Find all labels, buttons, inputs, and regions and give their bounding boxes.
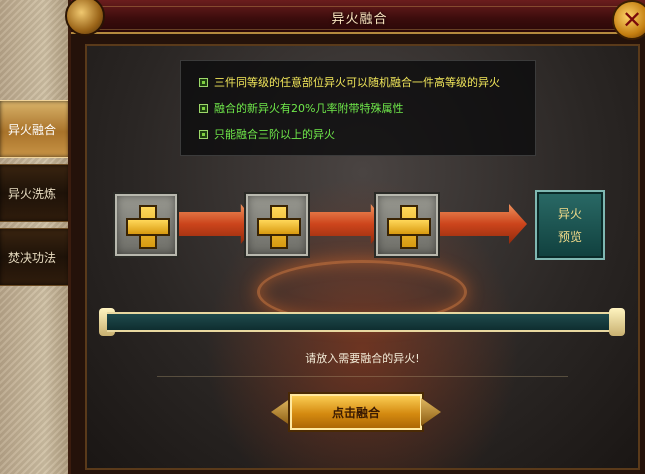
info-line: 三件同等级的任意部位异火可以随机融合一件高等级的异火 (199, 69, 517, 95)
info-box: 三件同等级的任意部位异火可以随机融合一件高等级的异火 融合的新异火有20%几率附… (180, 60, 536, 156)
plus-icon (126, 205, 170, 249)
button-ornament-right (421, 398, 441, 426)
sidebar-item-label: 焚决功法 (8, 250, 57, 265)
title-bar[interactable]: 异火融合 ✕ (65, 0, 645, 40)
info-line: 只能融合三阶以上的异火 (199, 121, 517, 147)
fire-slot-2[interactable] (244, 192, 310, 258)
sidebar-item-label: 异火融合 (8, 122, 57, 137)
preview-label: 异火 (557, 207, 582, 221)
fire-slot-3[interactable] (374, 192, 440, 258)
fire-preview-slot[interactable]: 异火 预览 (535, 190, 605, 260)
divider (157, 376, 568, 377)
window-title: 异火融合 (331, 12, 388, 27)
progress-scroll (107, 312, 617, 332)
fuse-button-label: 点击融合 (331, 405, 380, 420)
sidebar-item-fire-refine[interactable]: 异火洗炼 (0, 164, 70, 222)
preview-label: 预览 (557, 230, 582, 244)
close-button[interactable]: ✕ (612, 0, 645, 40)
sidebar-item-fenjue-skill[interactable]: 焚决功法 (0, 228, 70, 286)
bullet-icon (199, 103, 208, 113)
info-line: 融合的新异火有20%几率附带特殊属性 (199, 95, 517, 121)
bullet-icon (199, 77, 208, 87)
info-text: 三件同等级的任意部位异火可以随机融合一件高等级的异火 (214, 76, 500, 89)
arrow-icon (427, 204, 527, 244)
close-icon: ✕ (621, 6, 643, 34)
plus-icon (387, 205, 431, 249)
bullet-icon (199, 129, 208, 139)
sidebar-item-fire-fusion[interactable]: 异火融合 (0, 100, 70, 158)
fuse-button[interactable]: 点击融合 (288, 392, 424, 432)
sidebar-item-label: 异火洗炼 (8, 186, 57, 201)
fire-slot-1[interactable] (113, 192, 179, 258)
hint-text: 请放入需要融合的异火! (305, 352, 420, 365)
scroll-end-right (609, 308, 625, 336)
content-panel: 三件同等级的任意部位异火可以随机融合一件高等级的异火 融合的新异火有20%几率附… (85, 44, 640, 470)
plus-icon (257, 205, 301, 249)
fusion-window: 异火融合 ✕ 三件同等级的任意部位异火可以随机融合一件高等级的异火 融合的新异火… (65, 0, 645, 474)
info-text: 只能融合三阶以上的异火 (214, 128, 335, 141)
info-text: 融合的新异火有20%几率附带特殊属性 (214, 102, 404, 115)
